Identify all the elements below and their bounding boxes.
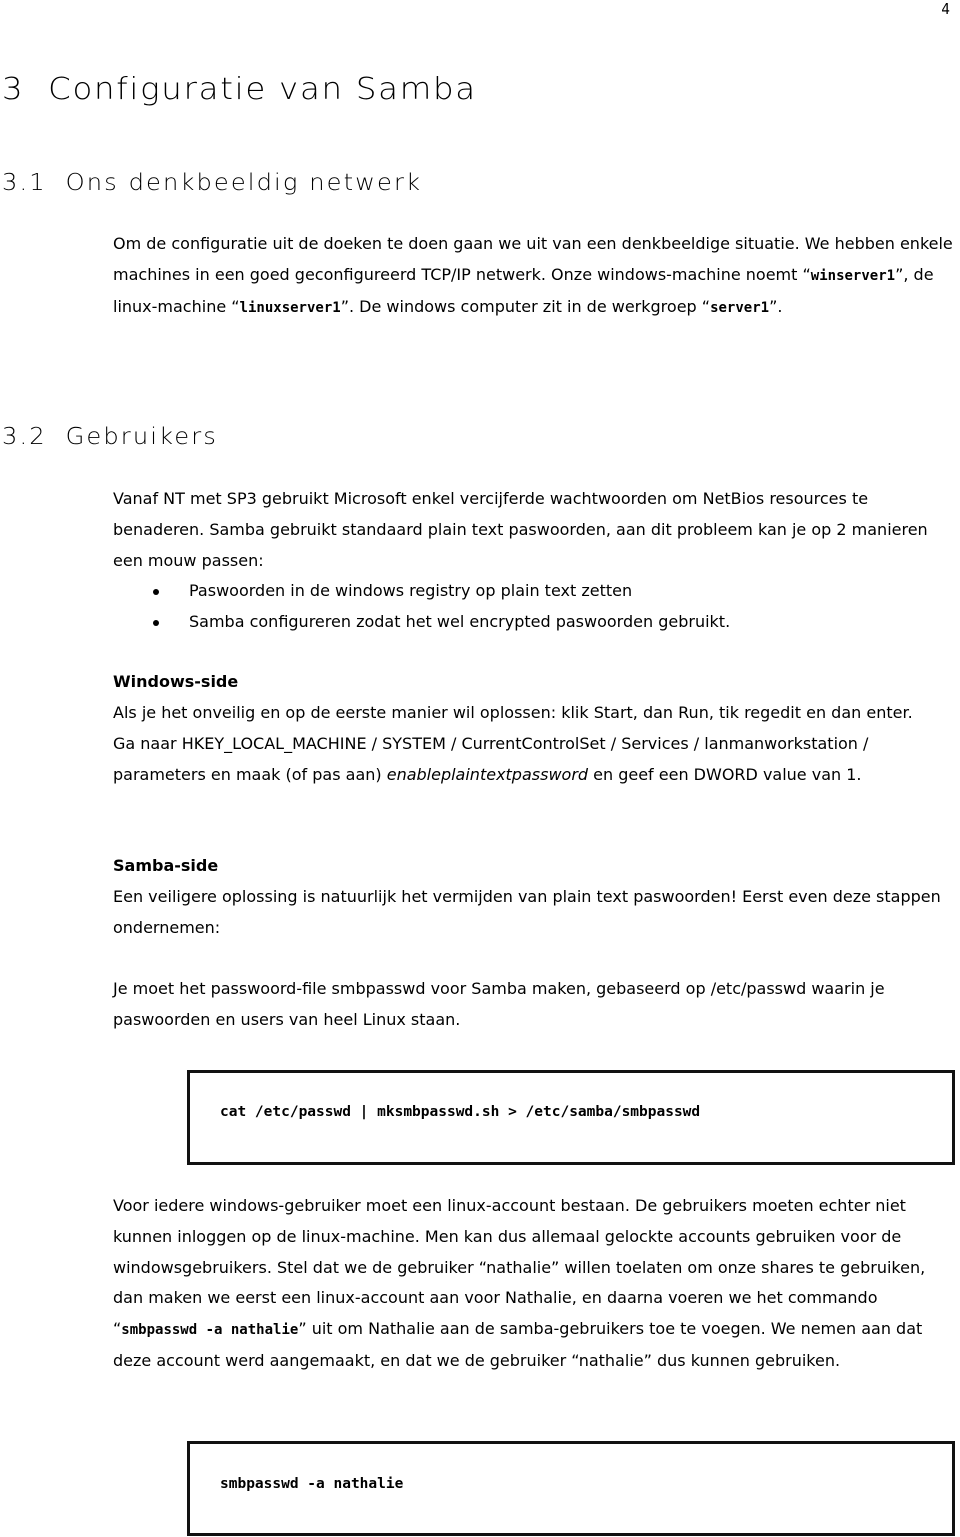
chapter-number: 3 [2, 72, 25, 107]
samba-side-heading: Samba-side [113, 856, 219, 875]
inline-code: server1 [710, 299, 770, 316]
users-intro-paragraph: Vanaf NT met SP3 gebruikt Microsoft enke… [113, 489, 928, 570]
page-number: 4 [941, 0, 950, 18]
section-title: Ons denkbeeldig netwerk [65, 170, 423, 196]
samba-side-paragraph-2: Je moet het passwoord-file smbpasswd voo… [113, 979, 885, 1029]
bullet-icon [153, 619, 159, 626]
samba-side-paragraph-3: Voor iedere windows-gebruiker moet een l… [113, 1196, 926, 1370]
network-paragraph: Om de configuratie uit de doeken te doen… [113, 234, 953, 316]
chapter-title: Configuratie van Samba [48, 72, 477, 107]
section-number: 3.1 [2, 170, 47, 196]
section-heading-3-2: 3.2 Gebruikers [2, 424, 218, 450]
code-line: cat /etc/passwd | mksmbpasswd.sh > /etc/… [220, 1104, 701, 1120]
samba-side-paragraph-1: Een veiligere oplossing is natuurlijk he… [113, 887, 941, 937]
list-item: Paswoorden in de windows registry op pla… [113, 576, 953, 607]
inline-code: linuxserver1 [239, 299, 341, 316]
options-list: Paswoorden in de windows registry op pla… [113, 576, 953, 638]
inline-code: smbpasswd -a nathalie [121, 1322, 299, 1339]
chapter-heading: 3 Configuratie van Samba [2, 72, 477, 107]
code-block-smbpasswd: smbpasswd -a nathalie [187, 1441, 955, 1536]
registry-value-name: enableplaintextpassword [386, 764, 589, 784]
section-number: 3.2 [2, 424, 47, 450]
bullet-icon [153, 589, 159, 595]
windows-side-heading: Windows-side [113, 672, 239, 691]
code-block-mksmbpasswd: cat /etc/passwd | mksmbpasswd.sh > /etc/… [187, 1070, 955, 1165]
code-line: smbpasswd -a nathalie [220, 1476, 404, 1492]
inline-code: winserver1 [810, 267, 896, 284]
list-item: Samba configureren zodat het wel encrypt… [113, 607, 953, 638]
section-title: Gebruikers [65, 424, 218, 450]
section-heading-3-1: 3.1 Ons denkbeeldig netwerk [2, 170, 422, 196]
windows-side-paragraph: Als je het onveilig en op de eerste mani… [113, 703, 913, 784]
